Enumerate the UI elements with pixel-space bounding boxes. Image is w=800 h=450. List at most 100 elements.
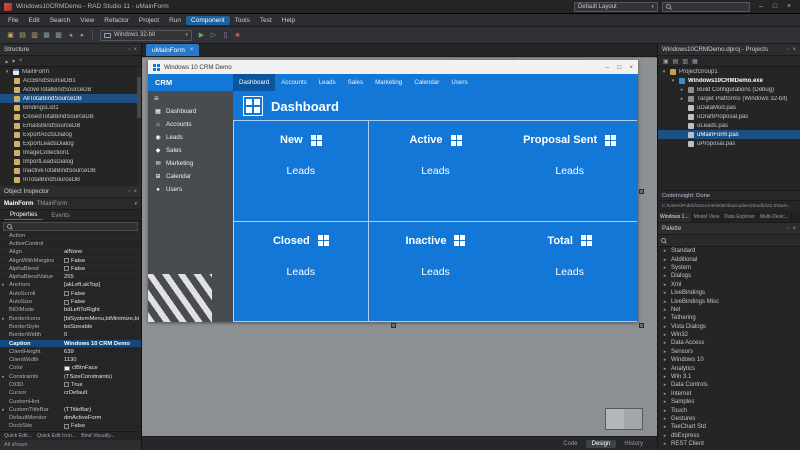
expand-icon[interactable]: ▸	[662, 391, 668, 397]
expand-icon[interactable]: ▸	[2, 316, 7, 322]
checkbox-icon[interactable]	[64, 424, 69, 429]
object-selector-combo[interactable]: MainForm TMainForm ▾	[0, 198, 141, 210]
designed-form[interactable]: Windows 10 CRM Demo – □ × CRM Dashboard	[148, 60, 638, 322]
dashboard-tile[interactable]: Inactive Leads	[368, 221, 503, 322]
menu-item[interactable]: Tools	[230, 16, 255, 25]
dock-tab[interactable]: Model View	[692, 212, 723, 222]
close-button[interactable]: ×	[782, 3, 796, 10]
structure-tree-item[interactable]: ImportLeadsDialog	[0, 157, 141, 166]
palette-category[interactable]: ▸ Xml	[658, 281, 800, 289]
checkbox-icon[interactable]	[64, 291, 69, 296]
palette-category[interactable]: ▸ LiveBindings	[658, 289, 800, 297]
expand-icon[interactable]: ▸	[662, 332, 668, 338]
menu-item[interactable]: View	[75, 16, 99, 25]
palette-category[interactable]: ▸ Dialogs	[658, 272, 800, 280]
inspector-tab[interactable]: Events	[45, 212, 75, 220]
ide-search-input[interactable]	[674, 4, 746, 10]
crm-menu-item[interactable]: ⌂ Accounts	[148, 118, 233, 131]
structure-root-item[interactable]: ▾ MainForm	[0, 67, 141, 76]
palette-search-box[interactable]	[658, 235, 800, 247]
project-tree-item[interactable]: ▾ ProjectGroup1	[658, 67, 800, 76]
property-row[interactable]: ▸ AlphaBlend False	[0, 265, 141, 273]
menu-item[interactable]: Refactor	[99, 16, 134, 25]
menu-item[interactable]: Project	[134, 16, 164, 25]
expand-icon[interactable]: ▸	[662, 273, 668, 279]
project-tree-item[interactable]: ▾ Windows10CRMDemo.exe	[658, 76, 800, 85]
structure-tree-item[interactable]: BindingsList1	[0, 103, 141, 112]
property-value[interactable]: dmActiveForm	[64, 415, 101, 421]
crm-nav-tab[interactable]: Marketing	[369, 74, 408, 91]
crm-nav-tab[interactable]: Sales	[342, 74, 369, 91]
expand-icon[interactable]: ▸	[2, 407, 7, 413]
toolbar-icon[interactable]: ▩	[53, 31, 64, 39]
crm-nav-tab[interactable]: Calendar	[408, 74, 445, 91]
property-value[interactable]: clBtnFace	[72, 365, 98, 371]
projects-tool-icon[interactable]: ▣	[663, 58, 669, 65]
property-row[interactable]: ▸ CustomHint	[0, 398, 141, 406]
property-value[interactable]: False	[71, 299, 85, 305]
dashboard-tile[interactable]: Closed Leads	[233, 221, 368, 322]
expand-icon[interactable]: ▸	[679, 96, 685, 102]
expand-icon[interactable]: ▸	[662, 349, 668, 355]
maximize-button[interactable]: □	[768, 3, 782, 10]
property-value[interactable]: False	[71, 291, 85, 297]
palette-category[interactable]: ▸ Tethering	[658, 314, 800, 322]
menu-item[interactable]: Edit	[23, 16, 44, 25]
scrollbar-thumb[interactable]	[137, 77, 141, 117]
property-value[interactable]: bdLeftToRight	[64, 307, 100, 313]
property-row[interactable]: ▸ ActiveControl	[0, 240, 141, 248]
close-button[interactable]: ×	[629, 64, 633, 71]
palette-category[interactable]: ▸ dbExpress	[658, 432, 800, 440]
structure-tool-icon[interactable]: ×	[19, 58, 23, 64]
expand-icon[interactable]: ▸	[662, 416, 668, 422]
palette-category[interactable]: ▸ Sensors	[658, 348, 800, 356]
palette-category[interactable]: ▸ Standard	[658, 247, 800, 255]
expand-icon[interactable]: ▸	[662, 424, 668, 430]
palette-category[interactable]: ▸ Data Controls	[658, 381, 800, 389]
expand-icon[interactable]: ▸	[2, 374, 7, 380]
pin-icon[interactable]: ▫	[787, 226, 789, 232]
property-value[interactable]: [biSystemMenu,biMinimize,biMax	[64, 316, 139, 322]
structure-tree-item[interactable]: ActiveTotalBindSourceDB	[0, 85, 141, 94]
project-tree-item[interactable]: uMainForm.pas	[658, 130, 800, 139]
property-value[interactable]: 1130	[64, 357, 76, 363]
property-row[interactable]: ▸ AutoSize False	[0, 298, 141, 306]
expand-icon[interactable]: ▸	[662, 366, 668, 372]
property-value[interactable]: bsSizeable	[64, 324, 92, 330]
structure-tree-item[interactable]: ImageCollection1	[0, 148, 141, 157]
chevron-down-icon[interactable]: ▾	[4, 69, 10, 75]
minimize-button[interactable]: –	[606, 64, 610, 71]
dashboard-tile[interactable]: New Leads	[233, 120, 368, 221]
property-value[interactable]: 255	[64, 274, 74, 280]
structure-tree-item[interactable]: ClosedTotalBindSourceDB	[0, 112, 141, 121]
expand-icon[interactable]: ▸	[662, 307, 668, 313]
palette-category[interactable]: ▸ Internet	[658, 390, 800, 398]
expand-icon[interactable]: ▸	[662, 248, 668, 254]
expand-icon[interactable]: ▸	[662, 374, 668, 380]
dock-tab[interactable]: Data Explorer	[722, 212, 758, 222]
crm-nav-tab[interactable]: Accounts	[275, 74, 312, 91]
property-value[interactable]: 639	[64, 349, 74, 355]
maximize-button[interactable]: □	[617, 64, 621, 71]
toolbar-icon[interactable]: ◂	[65, 31, 76, 39]
resize-handle-corner[interactable]	[639, 323, 644, 328]
property-value[interactable]: crDefault	[64, 390, 87, 396]
property-row[interactable]: ▸ BorderWidth 0	[0, 332, 141, 340]
close-icon[interactable]: ×	[792, 226, 796, 232]
toolbar-icon[interactable]: ▥	[29, 31, 40, 39]
menu-item[interactable]: Search	[45, 16, 76, 25]
view-tab[interactable]: Code	[557, 440, 583, 448]
structure-tree-item[interactable]: ExportLeadsDialog	[0, 139, 141, 148]
property-search[interactable]	[0, 221, 141, 232]
editor-tab-umainform[interactable]: uMainForm ×	[146, 44, 199, 56]
expand-icon[interactable]: ▾	[670, 78, 676, 84]
property-row[interactable]: ▸ AlphaBlendValue 255	[0, 273, 141, 281]
minimize-button[interactable]: –	[754, 3, 768, 10]
property-row[interactable]: ▸ Ctl3D True	[0, 381, 141, 389]
palette-category[interactable]: ▸ Win 3.1	[658, 373, 800, 381]
property-value[interactable]: [akLeft,akTop]	[64, 282, 100, 288]
structure-tree-item[interactable]: ExportAcctsDialog	[0, 130, 141, 139]
quick-action-link[interactable]: Bind Visually...	[81, 433, 115, 439]
structure-tool-icon[interactable]: ▾	[12, 58, 15, 65]
property-row[interactable]: ▸ Color clBtnFace	[0, 365, 141, 373]
